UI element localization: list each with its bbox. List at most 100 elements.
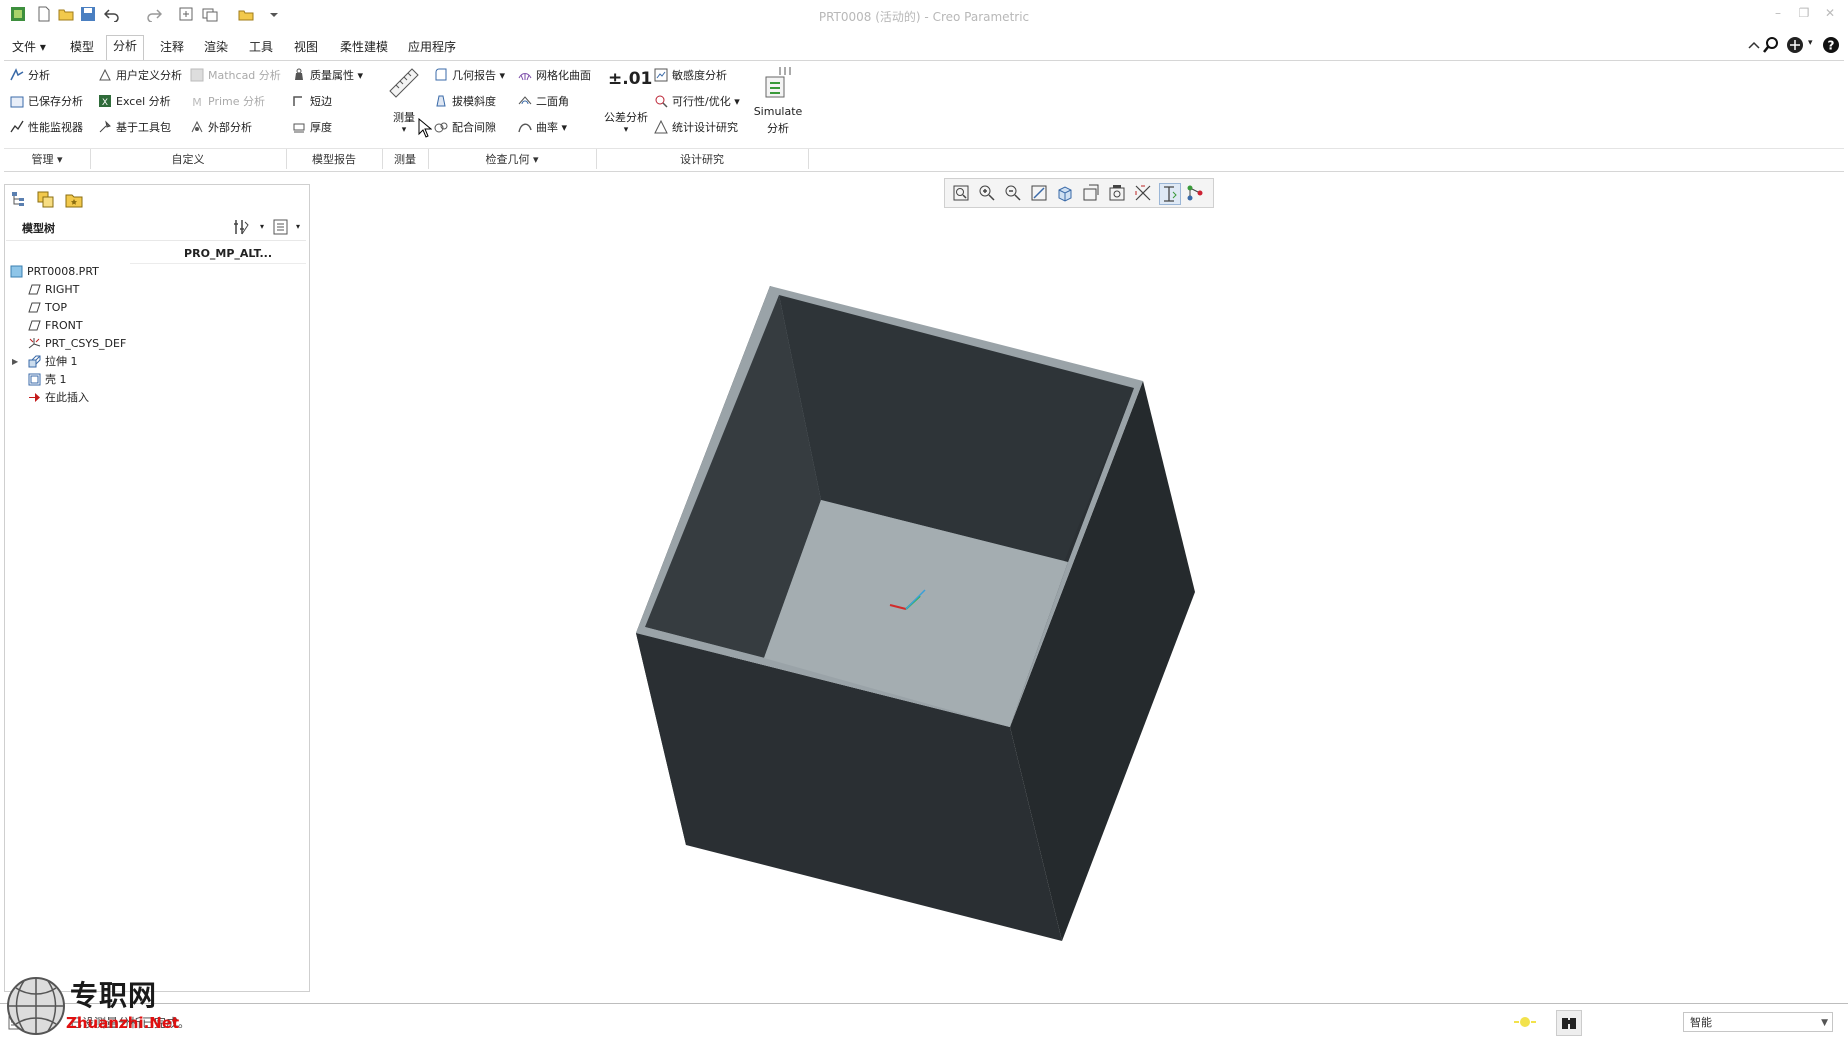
tree-item-top[interactable]: TOP — [28, 299, 67, 317]
settings-icon[interactable] — [232, 218, 250, 236]
graphics-viewport[interactable] — [320, 210, 1840, 1000]
model-tree-tab-icon[interactable] — [10, 190, 28, 208]
tree-column-header[interactable]: PRO_MP_ALT... — [130, 244, 306, 264]
tree-item-right[interactable]: RIGHT — [28, 281, 79, 299]
draft-icon — [436, 95, 446, 107]
simulate-analysis-button[interactable]: Simulate 分析 — [750, 63, 806, 145]
tab-render[interactable]: 渲染 — [198, 37, 234, 57]
excel-analysis-button[interactable]: X Excel 分析 — [98, 93, 171, 111]
datum-display-icon[interactable] — [1159, 183, 1181, 205]
sensitivity-analysis-button[interactable]: 敏感度分析 — [654, 67, 727, 85]
mathcad-analysis-button[interactable]: Mathcad 分析 — [190, 67, 281, 85]
saved-analysis-label: 已保存分析 — [28, 95, 83, 108]
folder-browser-tab-icon[interactable] — [36, 190, 56, 210]
mass-properties-label: 质量属性 — [310, 69, 354, 82]
group-separator — [808, 149, 809, 169]
thickness-button[interactable]: 厚度 — [292, 119, 332, 137]
display-style-icon[interactable] — [1055, 183, 1075, 203]
selection-buffer-icon[interactable] — [1512, 1012, 1538, 1032]
saved-analysis-button[interactable]: 已保存分析 — [10, 93, 83, 111]
zoom-out-icon[interactable] — [1003, 183, 1023, 203]
performance-monitor-button[interactable]: 性能监视器 — [10, 119, 83, 137]
statistical-design-study-button[interactable]: 统计设计研究 — [654, 119, 738, 137]
perspective-icon[interactable] — [1133, 183, 1153, 203]
curvature-label: 曲率 — [536, 121, 558, 134]
search-icon[interactable] — [1762, 36, 1780, 54]
chevron-down-icon: ▼ — [1821, 1018, 1828, 1028]
watermark: 专职网 Zhuanzhi.Net — [6, 974, 196, 1038]
group-inspect-geometry[interactable]: 检查几何 ▾ — [428, 151, 596, 169]
tree-item-label: 在此插入 — [45, 391, 89, 404]
mesh-surface-button[interactable]: 网格化曲面 — [518, 67, 591, 85]
tree-item-insert-here[interactable]: 在此插入 — [28, 389, 89, 407]
toolkit-analysis-button[interactable]: 基于工具包 — [98, 119, 171, 137]
simulate-sub-label: 分析 — [767, 122, 789, 135]
external-analysis-button[interactable]: 外部分析 — [190, 119, 252, 137]
simulate-label: Simulate — [753, 105, 803, 118]
ribbon: 分析 已保存分析 性能监视器 用户定义分析 X Excel 分析 基于工具包 Ma… — [4, 60, 1844, 172]
tolerance-analysis-button[interactable]: ±.01 公差分析 ▾ — [604, 65, 652, 145]
tree-item-csys[interactable]: PRT_CSYS_DEF — [28, 335, 126, 353]
tab-applications[interactable]: 应用程序 — [402, 37, 462, 57]
tree-item-part[interactable]: PRT0008.PRT — [10, 263, 99, 281]
tree-item-front[interactable]: FRONT — [28, 317, 83, 335]
tab-view[interactable]: 视图 — [288, 37, 324, 57]
tab-file[interactable]: 文件 ▾ — [6, 37, 52, 57]
simulate-icon — [765, 67, 791, 98]
chevron-down-icon[interactable]: ▾ — [1808, 38, 1818, 50]
tree-item-label: RIGHT — [45, 283, 80, 296]
performance-monitor-icon — [10, 120, 24, 133]
find-icon[interactable] — [1556, 1010, 1582, 1036]
restore-icon[interactable]: ❐ — [1796, 6, 1812, 22]
chevron-down-icon[interactable]: ▾ — [562, 121, 568, 134]
chevron-down-icon[interactable]: ▾ — [260, 222, 264, 231]
view-manager-icon[interactable] — [1107, 183, 1127, 203]
favorites-tab-icon[interactable] — [64, 190, 84, 210]
tab-annotate[interactable]: 注释 — [154, 37, 190, 57]
tab-analysis[interactable]: 分析 — [106, 35, 145, 60]
spin-center-icon[interactable] — [1185, 183, 1205, 203]
saved-orientations-icon[interactable] — [1081, 183, 1101, 203]
zoom-in-icon[interactable] — [977, 183, 997, 203]
chevron-down-icon[interactable]: ▾ — [358, 69, 364, 82]
ribbon-group-divider — [4, 148, 1844, 149]
geometry-report-button[interactable]: 几何报告 ▾ — [434, 67, 505, 85]
tree-item-extrude[interactable]: ▶ 拉伸 1 — [12, 353, 78, 371]
close-icon[interactable]: ✕ — [1822, 6, 1838, 22]
chevron-down-icon[interactable]: ▾ — [734, 95, 740, 108]
draft-button[interactable]: 拔模斜度 — [434, 93, 496, 111]
group-design-study: 设计研究 — [680, 153, 724, 166]
refit-icon[interactable] — [951, 183, 971, 203]
chevron-down-icon[interactable]: ▾ — [500, 69, 506, 82]
minimize-icon[interactable]: – — [1770, 6, 1786, 22]
model-tree-header: 模型树 ▾ ▾ — [6, 214, 306, 241]
repaint-icon[interactable] — [1029, 183, 1049, 203]
group-manage[interactable]: 管理 ▾ — [4, 151, 90, 169]
expand-arrow-icon[interactable]: ▶ — [12, 353, 18, 371]
user-defined-analysis-button[interactable]: 用户定义分析 — [98, 67, 182, 85]
mating-clearance-button[interactable]: 配合间隙 — [434, 119, 496, 137]
curvature-button[interactable]: 曲率 ▾ — [518, 119, 567, 137]
community-icon[interactable] — [1786, 36, 1804, 54]
help-icon[interactable]: ? — [1822, 36, 1840, 54]
tab-flexible-modeling[interactable]: 柔性建模 — [334, 37, 394, 57]
performance-monitor-label: 性能监视器 — [28, 121, 83, 134]
prime-analysis-button[interactable]: M Prime 分析 — [190, 93, 265, 111]
tab-model[interactable]: 模型 — [64, 37, 100, 57]
short-edge-button[interactable]: 短边 — [292, 93, 332, 111]
measure-button[interactable]: 测量 ▾ — [386, 65, 422, 145]
status-bar: 已设测量分析已完成。 智能 ▼ — [0, 1003, 1848, 1041]
minimize-ribbon-icon[interactable] — [1746, 38, 1762, 54]
dihedral-angle-button[interactable]: 二面角 — [518, 93, 569, 111]
feasibility-optimization-button[interactable]: 可行性/优化 ▾ — [654, 93, 740, 111]
window-title: PRT0008 (活动的) - Creo Parametric — [818, 10, 1030, 24]
analysis-button[interactable]: 分析 — [10, 67, 50, 85]
tab-tools[interactable]: 工具 — [243, 37, 279, 57]
chevron-down-icon[interactable]: ▾ — [296, 222, 300, 231]
mass-properties-button[interactable]: 质量属性 ▾ — [292, 67, 363, 85]
tree-item-shell[interactable]: 壳 1 — [28, 371, 67, 389]
group-label: 管理 — [31, 153, 54, 166]
show-options-icon[interactable] — [272, 218, 290, 236]
datum-plane-icon — [28, 320, 41, 331]
selection-filter-dropdown[interactable]: 智能 ▼ — [1683, 1012, 1833, 1032]
